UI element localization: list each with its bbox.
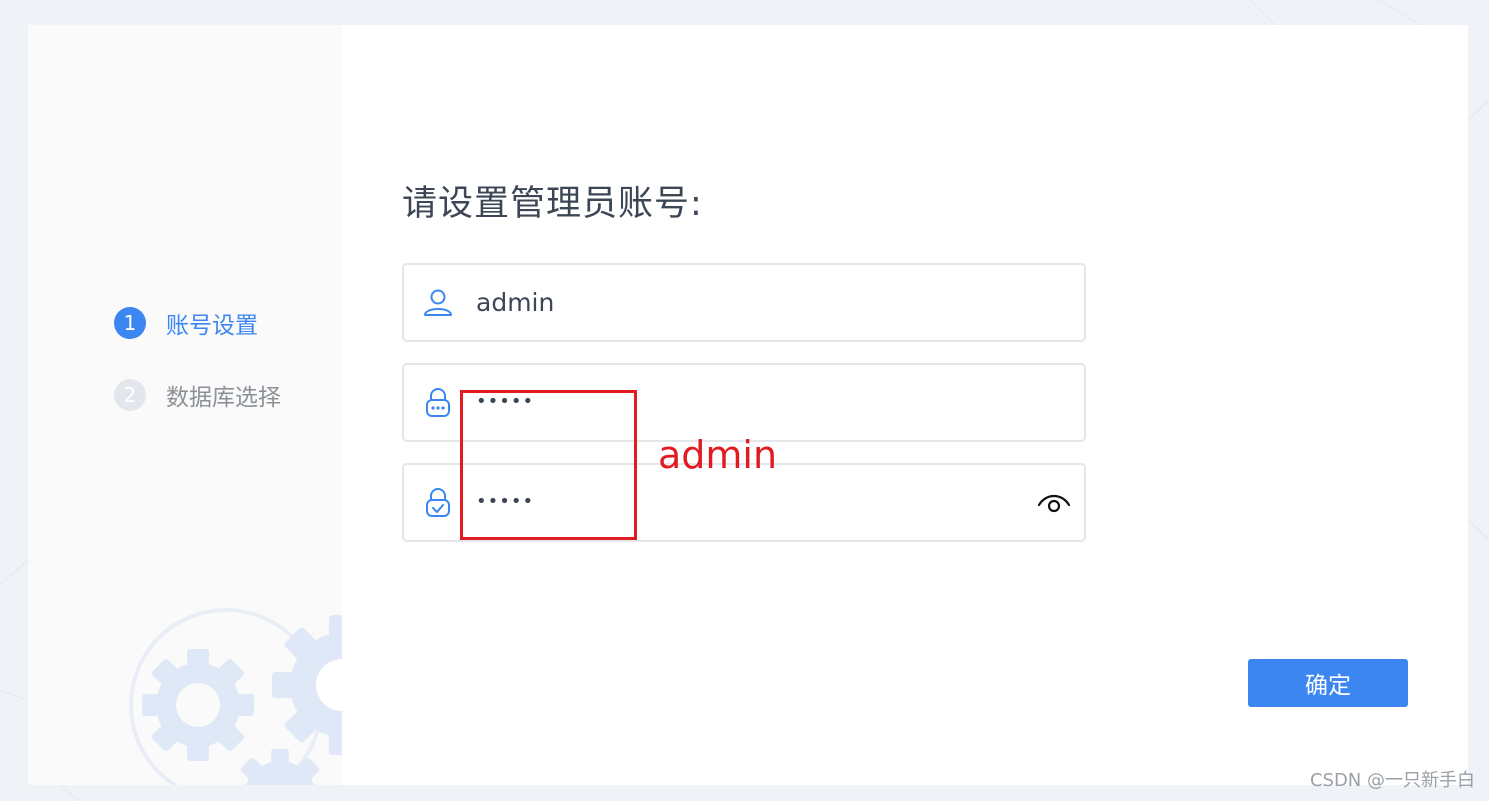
confirm-button[interactable]: 确定	[1248, 659, 1408, 707]
step-number: 2	[114, 379, 146, 411]
annotation-box	[460, 390, 637, 540]
step-label: 账号设置	[166, 313, 258, 339]
gear-icon	[129, 608, 342, 785]
username-value: admin	[476, 288, 555, 317]
annotation-text: admin	[658, 433, 778, 477]
page-title: 请设置管理员账号:	[402, 184, 703, 224]
step-database-selection: 2 数据库选择	[114, 378, 281, 412]
steps-sidebar: 1 账号设置 2 数据库选择	[28, 25, 342, 785]
step-account-settings: 1 账号设置	[114, 306, 258, 340]
setup-card: 1 账号设置 2 数据库选择 请设置管理员账号: admin ••••• •••…	[28, 25, 1468, 785]
step-number: 1	[114, 307, 146, 339]
watermark: CSDN @一只新手白	[1309, 770, 1475, 791]
username-field[interactable]: admin	[402, 263, 1086, 342]
lock-icon	[426, 388, 450, 417]
user-icon	[424, 289, 452, 316]
eye-icon[interactable]	[1036, 489, 1072, 517]
step-label: 数据库选择	[166, 385, 281, 411]
lock-check-icon	[426, 488, 450, 517]
